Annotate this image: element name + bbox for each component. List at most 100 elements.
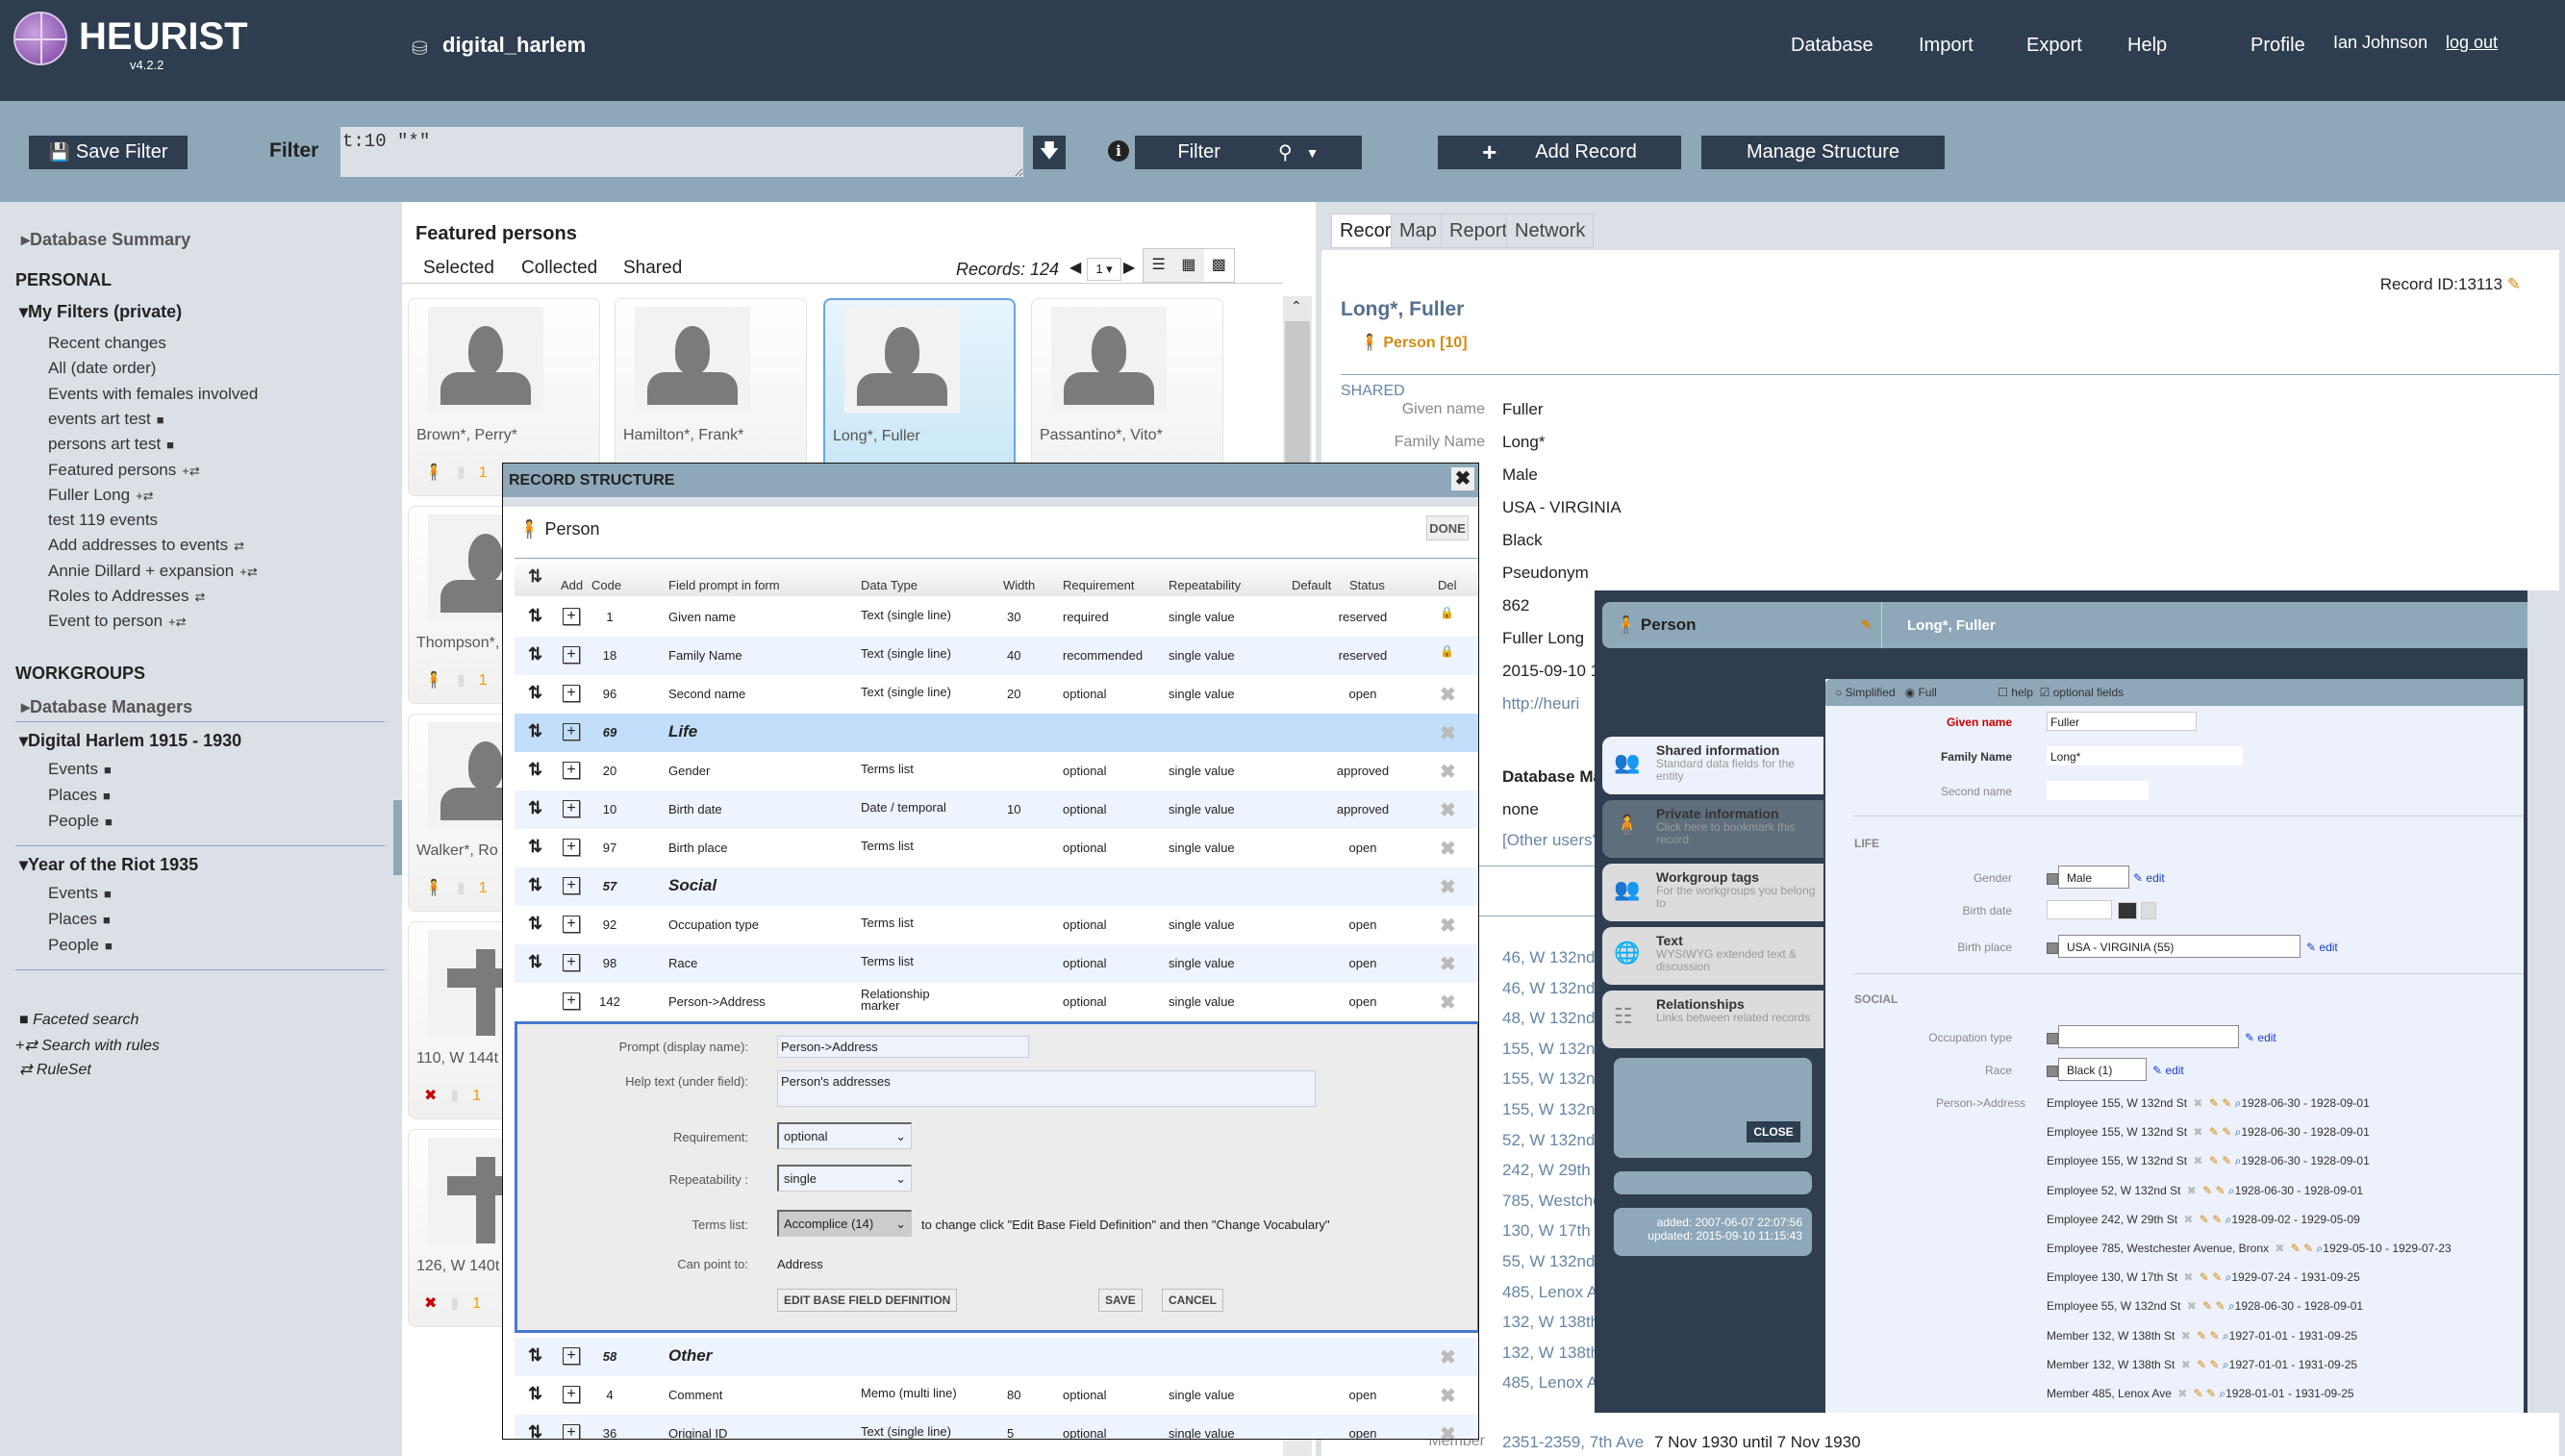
pencil-icon[interactable]: ✎: [2209, 1270, 2222, 1284]
field-row[interactable]: ⇅ +20 Gender Terms list optional single value…: [515, 752, 1478, 791]
temporal-icon[interactable]: [2141, 902, 2156, 919]
magnifier-icon[interactable]: ⌕: [2231, 1125, 2242, 1139]
bookmark-icon[interactable]: ▮: [457, 672, 465, 689]
filter-dh-places[interactable]: Places ■: [48, 786, 111, 805]
gender-select[interactable]: Male: [2058, 866, 2129, 889]
menu-profile[interactable]: Profile: [2251, 35, 2305, 57]
bookmark-icon[interactable]: ▮: [450, 1295, 459, 1312]
add-field-icon[interactable]: +: [563, 1386, 580, 1403]
save-filter-button[interactable]: 💾 Save Filter: [29, 136, 188, 169]
field-value[interactable]: http://heuri: [1502, 694, 1579, 714]
group-database-managers[interactable]: ▸Database Managers: [21, 697, 192, 717]
close-button[interactable]: CLOSE: [1747, 1121, 1800, 1142]
filter-item[interactable]: Annie Dillard + expansion +⇄: [48, 562, 258, 581]
relation-target[interactable]: Member 132, W 138th St: [2047, 1329, 2175, 1343]
calendar-icon[interactable]: [2118, 902, 2137, 919]
occupation-edit-link[interactable]: ✎ edit: [2245, 1031, 2276, 1044]
delete-icon[interactable]: ✖: [1440, 721, 1456, 745]
relation-target[interactable]: Employee 130, W 17th St: [2047, 1270, 2177, 1284]
filter-item[interactable]: All (date order): [48, 359, 156, 378]
given-name-input[interactable]: Fuller: [2047, 712, 2197, 731]
section-workgroup-tags[interactable]: 👥 Workgroup tags For the workgroups you be…: [1602, 864, 1823, 921]
help-text-input[interactable]: Person's addresses: [777, 1070, 1316, 1107]
large-icons-view-icon[interactable]: ▩: [1203, 249, 1234, 282]
gender-edit-link[interactable]: ✎ edit: [2133, 871, 2165, 885]
drag-sort-icon[interactable]: ⇅: [528, 1384, 542, 1404]
add-field-icon[interactable]: +: [563, 954, 580, 971]
next-page-button[interactable]: ▶: [1123, 258, 1135, 277]
group-digital-harlem[interactable]: ▾Digital Harlem 1915 - 1930: [19, 731, 241, 751]
drag-sort-icon[interactable]: ⇅: [528, 837, 542, 857]
magnifier-icon[interactable]: ⌕: [2226, 1299, 2235, 1313]
edit-base-field-button[interactable]: EDIT BASE FIELD DEFINITION: [777, 1289, 958, 1312]
pencil-icon[interactable]: ✎: [2206, 1358, 2220, 1371]
filter-yr-people[interactable]: People ■: [48, 936, 113, 955]
magnifier-icon[interactable]: ⌕: [2313, 1242, 2324, 1255]
delete-icon[interactable]: ✖: [1440, 1422, 1456, 1439]
bookmark-icon[interactable]: ▮: [457, 464, 465, 481]
birth-date-input[interactable]: [2047, 900, 2112, 919]
filter-item[interactable]: Fuller Long +⇄: [48, 486, 154, 505]
help-checkbox[interactable]: ☐: [1998, 686, 2008, 699]
edit-form-scrollbar[interactable]: [2527, 590, 2565, 1413]
page-select[interactable]: 1 ▾: [1087, 258, 1121, 281]
remove-icon[interactable]: ✖: [2190, 1096, 2202, 1110]
field-row[interactable]: ⇅ +96 Second name Text (single line) 20 optio…: [515, 675, 1478, 714]
field-row[interactable]: +142 Person->Address Relationship marker op…: [515, 983, 1478, 1021]
filter-query-input[interactable]: t:10 "*": [340, 127, 1023, 177]
race-edit-link[interactable]: ✎ edit: [2152, 1064, 2184, 1077]
tab-shared[interactable]: Shared: [623, 258, 682, 279]
related-address-link[interactable]: 130, W 17th S: [1502, 1221, 1606, 1241]
section-row[interactable]: ⇅ +58 Other ✖: [515, 1338, 1478, 1376]
remove-icon[interactable]: ✖: [2177, 1358, 2191, 1371]
optional-fields-checkbox[interactable]: ☑: [2040, 686, 2050, 699]
related-address-link[interactable]: 155, W 132nd: [1502, 1100, 1604, 1119]
remove-icon[interactable]: ✖: [2183, 1299, 2197, 1313]
drag-sort-icon[interactable]: ⇅: [528, 644, 542, 665]
relation-target[interactable]: Employee 155, W 132nd St: [2047, 1096, 2187, 1110]
pencil-icon[interactable]: ✎: [2507, 275, 2521, 293]
pencil-icon[interactable]: ✎: [2219, 1154, 2231, 1167]
remove-icon[interactable]: ✖: [2272, 1242, 2284, 1255]
close-icon[interactable]: ✖: [1451, 467, 1474, 490]
tab-network[interactable]: Network: [1506, 213, 1595, 248]
filter-item[interactable]: Add addresses to events ⇄: [48, 536, 244, 555]
section-relationships[interactable]: ☷ Relationships Links between related reco…: [1602, 991, 1823, 1048]
drag-sort-icon[interactable]: ⇅: [528, 914, 542, 934]
magnifier-icon[interactable]: ⌕: [2231, 1154, 2242, 1167]
bookmark-icon[interactable]: ▮: [450, 1088, 459, 1104]
delete-icon[interactable]: ✖: [1440, 760, 1456, 784]
pencil-icon[interactable]: ✎: [2219, 1096, 2231, 1110]
pencil-icon[interactable]: ✎: [2196, 1213, 2209, 1226]
add-field-icon[interactable]: +: [563, 916, 580, 933]
simplified-radio[interactable]: ○: [1835, 686, 1842, 699]
filter-item[interactable]: Event to person +⇄: [48, 612, 187, 631]
remove-icon[interactable]: ✖: [2183, 1184, 2197, 1197]
filter-yr-places[interactable]: Places ■: [48, 910, 111, 929]
menu-export[interactable]: Export: [2026, 35, 2082, 57]
menu-help[interactable]: Help: [2127, 35, 2167, 57]
remove-icon[interactable]: ✖: [2190, 1125, 2202, 1139]
filter-item[interactable]: test 119 events: [48, 511, 158, 530]
pencil-icon[interactable]: ✎: [2194, 1329, 2206, 1343]
filter-dh-people[interactable]: People ■: [48, 812, 113, 831]
delete-icon[interactable]: ✖: [1440, 914, 1456, 938]
relation-target[interactable]: Employee 55, W 132nd St: [2047, 1299, 2180, 1313]
section-shared-information[interactable]: 👥 Shared information Standard data fields …: [1602, 737, 1823, 794]
pencil-icon[interactable]: ✎: [2196, 1270, 2209, 1284]
info-icon[interactable]: i: [1108, 140, 1129, 162]
add-field-icon[interactable]: +: [563, 646, 580, 664]
related-address-link[interactable]: 242, W 29th S: [1502, 1161, 1606, 1180]
drag-sort-icon[interactable]: ⇅: [528, 606, 542, 626]
related-address-link[interactable]: 155, W 132nd: [1502, 1069, 1604, 1089]
pencil-icon[interactable]: ✎: [2205, 1125, 2219, 1139]
drag-sort-icon[interactable]: ⇅: [528, 798, 542, 818]
field-row[interactable]: ⇅ +4 Comment Memo (multi line) 80 optional sin…: [515, 1376, 1478, 1415]
field-row[interactable]: ⇅ +18 Family Name Text (single line) 40 recom…: [515, 637, 1478, 675]
section-text[interactable]: 🌐 Text WYSIWYG extended text & discussion: [1602, 927, 1823, 985]
requirement-select[interactable]: optional ⌄: [777, 1122, 912, 1149]
pencil-icon[interactable]: ✎: [2287, 1242, 2301, 1255]
pencil-icon[interactable]: ✎: [2206, 1329, 2220, 1343]
logout-link[interactable]: log out: [2446, 33, 2498, 53]
tab-report[interactable]: Report: [1441, 213, 1517, 248]
